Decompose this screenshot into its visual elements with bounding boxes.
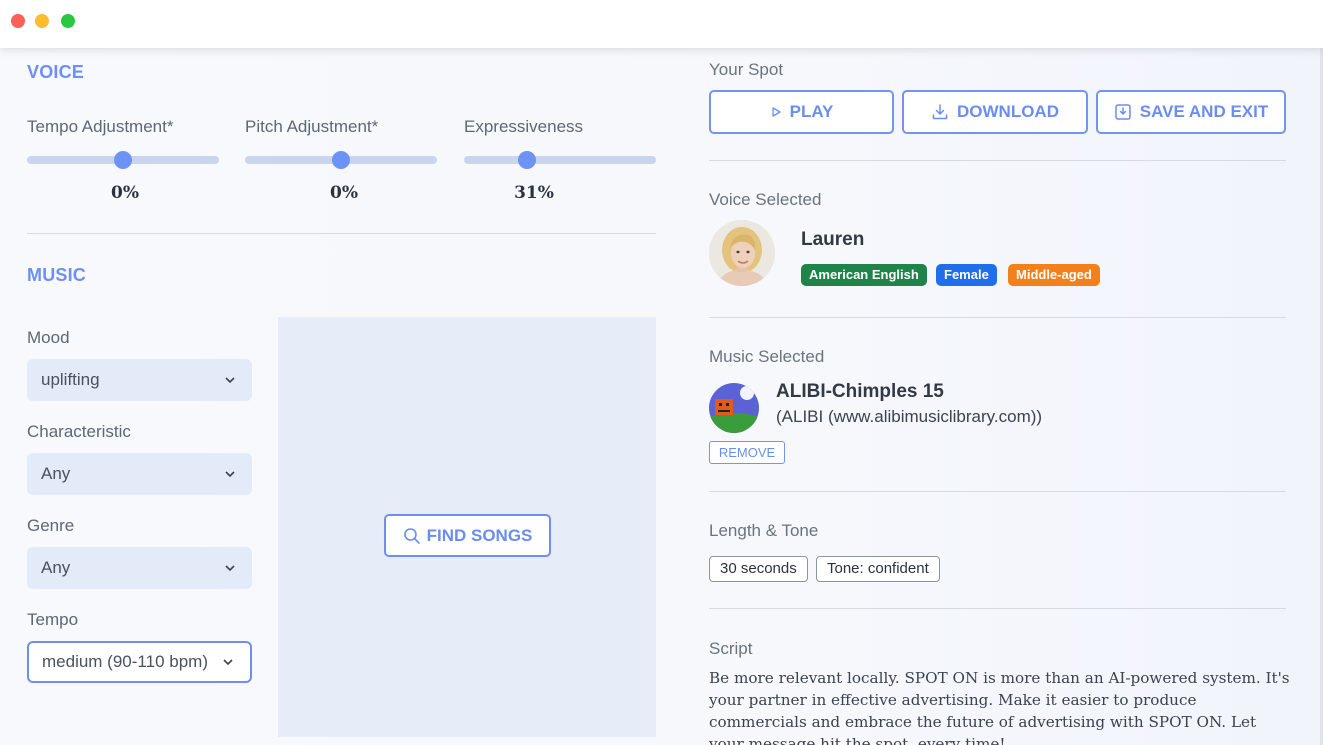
window-titlebar <box>0 0 1323 48</box>
pitch-adjustment-value: 0% <box>330 183 358 203</box>
chevron-down-icon <box>225 565 235 572</box>
save-icon <box>1115 104 1131 120</box>
voice-divider <box>709 317 1286 318</box>
tempo-label: Tempo <box>27 610 79 629</box>
voice-avatar <box>709 220 775 286</box>
voice-name: Lauren <box>801 229 865 250</box>
music-selected-label: Music Selected <box>709 347 825 366</box>
chevron-down-icon <box>225 377 235 384</box>
album-art-image <box>709 383 759 433</box>
tempo-select-value: medium (90-110 bpm) <box>42 652 208 671</box>
mood-label: Mood <box>27 328 70 347</box>
length-divider <box>709 608 1286 609</box>
length-chip: 30 seconds <box>709 556 808 582</box>
spot-divider <box>709 160 1286 161</box>
genre-select-value: Any <box>41 558 71 577</box>
pitch-adjustment-label: Pitch Adjustment* <box>245 117 379 136</box>
maximize-window-button[interactable] <box>61 14 75 28</box>
tempo-adjustment-value: 0% <box>111 183 139 203</box>
play-button[interactable]: PLAY <box>709 90 894 134</box>
remove-music-button[interactable]: REMOVE <box>709 441 785 464</box>
expressiveness-value: 31% <box>514 183 554 203</box>
music-divider <box>709 491 1286 492</box>
pitch-adjustment-slider[interactable] <box>245 151 437 169</box>
download-button[interactable]: DOWNLOAD <box>902 90 1088 134</box>
play-label: PLAY <box>789 102 834 121</box>
expressiveness-label: Expressiveness <box>464 117 584 136</box>
download-label: DOWNLOAD <box>957 102 1059 121</box>
your-spot-label: Your Spot <box>709 60 784 79</box>
age-tag: Middle-aged <box>1008 264 1100 286</box>
genre-select[interactable]: Any <box>27 547 252 589</box>
length-tone-label: Length & Tone <box>709 521 819 540</box>
tempo-adjustment-label: Tempo Adjustment* <box>27 117 174 136</box>
find-songs-label: FIND SONGS <box>426 525 533 545</box>
pitch-slider-thumb[interactable] <box>332 151 350 169</box>
music-album-art <box>709 383 759 433</box>
play-icon <box>771 107 781 117</box>
mood-select[interactable]: uplifting <box>27 359 252 401</box>
save-and-exit-label: SAVE AND EXIT <box>1139 102 1269 121</box>
music-section-title: MUSIC <box>27 265 86 285</box>
search-icon <box>403 527 420 544</box>
mood-select-value: uplifting <box>41 370 100 389</box>
characteristic-select[interactable]: Any <box>27 453 252 495</box>
tempo-slider-thumb[interactable] <box>114 151 132 169</box>
script-label: Script <box>709 639 753 658</box>
chevron-down-icon <box>225 471 235 478</box>
expressiveness-slider[interactable] <box>464 151 656 169</box>
voice-selected-label: Voice Selected <box>709 190 822 209</box>
music-source: (ALIBI (www.alibimusiclibrary.com)) <box>776 407 1043 426</box>
characteristic-label: Characteristic <box>27 422 131 441</box>
voice-section-title: VOICE <box>27 62 85 82</box>
genre-label: Genre <box>27 516 75 535</box>
music-title: ALIBI-Chimples 15 <box>776 381 944 402</box>
tone-chip: Tone: confident <box>816 556 940 582</box>
tempo-select[interactable]: medium (90-110 bpm) <box>27 641 252 683</box>
script-text: Be more relevant locally. SPOT ON is mor… <box>709 669 1290 745</box>
voice-music-divider <box>27 233 656 234</box>
minimize-window-button[interactable] <box>35 14 49 28</box>
save-and-exit-button[interactable]: SAVE AND EXIT <box>1096 90 1286 134</box>
characteristic-select-value: Any <box>41 464 71 483</box>
accent-tag: American English <box>801 264 927 286</box>
gender-tag: Female <box>936 264 997 286</box>
avatar-portrait-icon <box>709 220 775 286</box>
chevron-down-icon <box>223 659 233 666</box>
find-songs-button[interactable]: FIND SONGS <box>384 514 551 557</box>
download-icon <box>932 104 948 120</box>
tempo-adjustment-slider[interactable] <box>27 151 219 169</box>
close-window-button[interactable] <box>11 14 25 28</box>
